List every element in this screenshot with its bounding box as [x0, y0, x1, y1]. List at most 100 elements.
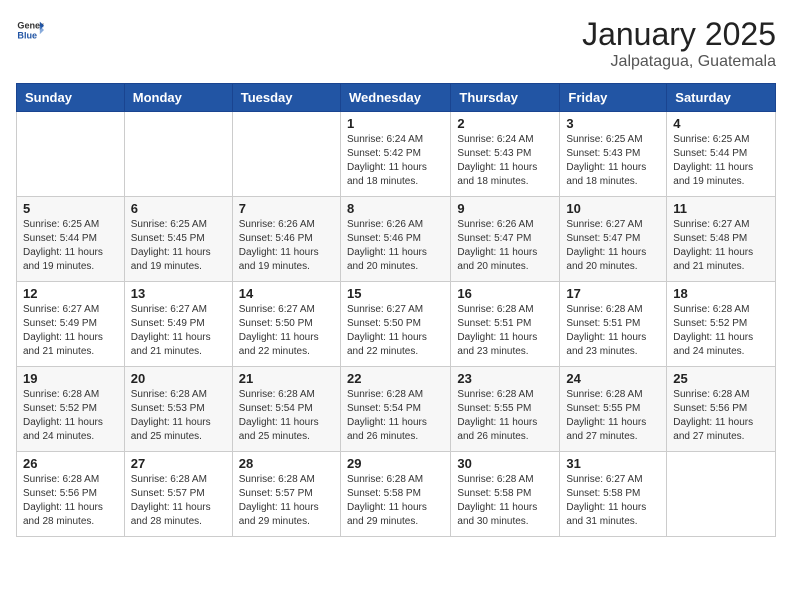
- calendar-cell: 23 Sunrise: 6:28 AM Sunset: 5:55 PM Dayli…: [451, 367, 560, 452]
- day-number: 2: [457, 116, 553, 131]
- day-number: 19: [23, 371, 118, 386]
- calendar-title: January 2025: [582, 16, 776, 53]
- calendar-cell: 26 Sunrise: 6:28 AM Sunset: 5:56 PM Dayli…: [17, 452, 125, 537]
- calendar-week-row: 5 Sunrise: 6:25 AM Sunset: 5:44 PM Daylig…: [17, 197, 776, 282]
- day-number: 29: [347, 456, 444, 471]
- column-header-monday: Monday: [124, 84, 232, 112]
- column-header-friday: Friday: [560, 84, 667, 112]
- day-number: 21: [239, 371, 334, 386]
- day-number: 14: [239, 286, 334, 301]
- calendar-week-row: 19Sunrise: 6:28 AM Sunset: 5:52 PM Dayli…: [17, 367, 776, 452]
- day-number: 11: [673, 201, 769, 216]
- day-number: 7: [239, 201, 334, 216]
- calendar-cell: [124, 112, 232, 197]
- calendar-cell: 8 Sunrise: 6:26 AM Sunset: 5:46 PM Daylig…: [340, 197, 450, 282]
- calendar-cell: 29 Sunrise: 6:28 AM Sunset: 5:58 PM Dayli…: [340, 452, 450, 537]
- calendar-week-row: 1 Sunrise: 6:24 AM Sunset: 5:42 PM Daylig…: [17, 112, 776, 197]
- calendar-cell: 2Sunrise: 6:24 AM Sunset: 5:43 PM Daylig…: [451, 112, 560, 197]
- day-number: 12: [23, 286, 118, 301]
- day-info: Sunrise: 6:26 AM Sunset: 5:46 PM Dayligh…: [347, 218, 444, 274]
- day-info: Sunrise: 6:27 AM Sunset: 5:58 PM Dayligh…: [566, 473, 660, 529]
- day-info: Sunrise: 6:28 AM Sunset: 5:57 PM Dayligh…: [239, 473, 334, 529]
- calendar-cell: 10Sunrise: 6:27 AM Sunset: 5:47 PM Dayli…: [560, 197, 667, 282]
- calendar-cell: 15 Sunrise: 6:27 AM Sunset: 5:50 PM Dayli…: [340, 282, 450, 367]
- calendar-location: Jalpatagua, Guatemala: [582, 53, 776, 71]
- day-info: Sunrise: 6:27 AM Sunset: 5:50 PM Dayligh…: [239, 303, 334, 359]
- day-number: 30: [457, 456, 553, 471]
- calendar-cell: [232, 112, 340, 197]
- day-number: 27: [131, 456, 226, 471]
- day-number: 3: [566, 116, 660, 131]
- day-number: 9: [457, 201, 553, 216]
- column-header-sunday: Sunday: [17, 84, 125, 112]
- day-number: 20: [131, 371, 226, 386]
- day-info: Sunrise: 6:26 AM Sunset: 5:47 PM Dayligh…: [457, 218, 553, 274]
- day-info: Sunrise: 6:28 AM Sunset: 5:56 PM Dayligh…: [23, 473, 118, 529]
- calendar-cell: 7 Sunrise: 6:26 AM Sunset: 5:46 PM Daylig…: [232, 197, 340, 282]
- calendar-cell: 13Sunrise: 6:27 AM Sunset: 5:49 PM Dayli…: [124, 282, 232, 367]
- day-info: Sunrise: 6:27 AM Sunset: 5:50 PM Dayligh…: [347, 303, 444, 359]
- day-info: Sunrise: 6:28 AM Sunset: 5:51 PM Dayligh…: [566, 303, 660, 359]
- day-number: 26: [23, 456, 118, 471]
- calendar-cell: 22 Sunrise: 6:28 AM Sunset: 5:54 PM Dayli…: [340, 367, 450, 452]
- day-number: 17: [566, 286, 660, 301]
- calendar-cell: 6 Sunrise: 6:25 AM Sunset: 5:45 PM Daylig…: [124, 197, 232, 282]
- day-info: Sunrise: 6:27 AM Sunset: 5:48 PM Dayligh…: [673, 218, 769, 274]
- day-number: 15: [347, 286, 444, 301]
- day-info: Sunrise: 6:26 AM Sunset: 5:46 PM Dayligh…: [239, 218, 334, 274]
- day-info: Sunrise: 6:28 AM Sunset: 5:58 PM Dayligh…: [347, 473, 444, 529]
- calendar-cell: 24Sunrise: 6:28 AM Sunset: 5:55 PM Dayli…: [560, 367, 667, 452]
- calendar-cell: 4Sunrise: 6:25 AM Sunset: 5:44 PM Daylig…: [667, 112, 776, 197]
- logo: General Blue: [16, 16, 44, 44]
- day-info: Sunrise: 6:28 AM Sunset: 5:54 PM Dayligh…: [347, 388, 444, 444]
- day-number: 25: [673, 371, 769, 386]
- calendar-table: SundayMondayTuesdayWednesdayThursdayFrid…: [16, 83, 776, 537]
- day-info: Sunrise: 6:24 AM Sunset: 5:42 PM Dayligh…: [347, 133, 444, 189]
- day-info: Sunrise: 6:28 AM Sunset: 5:55 PM Dayligh…: [566, 388, 660, 444]
- day-info: Sunrise: 6:28 AM Sunset: 5:53 PM Dayligh…: [131, 388, 226, 444]
- day-info: Sunrise: 6:28 AM Sunset: 5:58 PM Dayligh…: [457, 473, 553, 529]
- calendar-cell: 14 Sunrise: 6:27 AM Sunset: 5:50 PM Dayli…: [232, 282, 340, 367]
- day-info: Sunrise: 6:27 AM Sunset: 5:49 PM Dayligh…: [23, 303, 118, 359]
- day-info: Sunrise: 6:28 AM Sunset: 5:57 PM Dayligh…: [131, 473, 226, 529]
- day-number: 22: [347, 371, 444, 386]
- calendar-cell: 12 Sunrise: 6:27 AM Sunset: 5:49 PM Dayli…: [17, 282, 125, 367]
- day-info: Sunrise: 6:27 AM Sunset: 5:47 PM Dayligh…: [566, 218, 660, 274]
- calendar-cell: 20 Sunrise: 6:28 AM Sunset: 5:53 PM Dayli…: [124, 367, 232, 452]
- day-number: 13: [131, 286, 226, 301]
- calendar-cell: 27 Sunrise: 6:28 AM Sunset: 5:57 PM Dayli…: [124, 452, 232, 537]
- calendar-cell: 11 Sunrise: 6:27 AM Sunset: 5:48 PM Dayli…: [667, 197, 776, 282]
- day-number: 6: [131, 201, 226, 216]
- day-number: 5: [23, 201, 118, 216]
- calendar-cell: 16Sunrise: 6:28 AM Sunset: 5:51 PM Dayli…: [451, 282, 560, 367]
- calendar-cell: 21Sunrise: 6:28 AM Sunset: 5:54 PM Dayli…: [232, 367, 340, 452]
- calendar-header-row: SundayMondayTuesdayWednesdayThursdayFrid…: [17, 84, 776, 112]
- column-header-saturday: Saturday: [667, 84, 776, 112]
- day-number: 1: [347, 116, 444, 131]
- day-number: 8: [347, 201, 444, 216]
- title-block: January 2025 Jalpatagua, Guatemala: [582, 16, 776, 71]
- day-info: Sunrise: 6:25 AM Sunset: 5:44 PM Dayligh…: [23, 218, 118, 274]
- calendar-cell: 17 Sunrise: 6:28 AM Sunset: 5:51 PM Dayli…: [560, 282, 667, 367]
- day-number: 31: [566, 456, 660, 471]
- day-info: Sunrise: 6:28 AM Sunset: 5:55 PM Dayligh…: [457, 388, 553, 444]
- day-info: Sunrise: 6:25 AM Sunset: 5:43 PM Dayligh…: [566, 133, 660, 189]
- calendar-week-row: 26 Sunrise: 6:28 AM Sunset: 5:56 PM Dayli…: [17, 452, 776, 537]
- svg-text:Blue: Blue: [17, 30, 37, 40]
- calendar-cell: [17, 112, 125, 197]
- calendar-cell: [667, 452, 776, 537]
- calendar-cell: 19Sunrise: 6:28 AM Sunset: 5:52 PM Dayli…: [17, 367, 125, 452]
- column-header-tuesday: Tuesday: [232, 84, 340, 112]
- logo-icon: General Blue: [16, 16, 44, 44]
- day-number: 23: [457, 371, 553, 386]
- day-info: Sunrise: 6:25 AM Sunset: 5:44 PM Dayligh…: [673, 133, 769, 189]
- calendar-cell: 31 Sunrise: 6:27 AM Sunset: 5:58 PM Dayli…: [560, 452, 667, 537]
- day-number: 28: [239, 456, 334, 471]
- day-info: Sunrise: 6:25 AM Sunset: 5:45 PM Dayligh…: [131, 218, 226, 274]
- day-number: 16: [457, 286, 553, 301]
- calendar-cell: 18Sunrise: 6:28 AM Sunset: 5:52 PM Dayli…: [667, 282, 776, 367]
- day-info: Sunrise: 6:28 AM Sunset: 5:56 PM Dayligh…: [673, 388, 769, 444]
- calendar-cell: 30 Sunrise: 6:28 AM Sunset: 5:58 PM Dayli…: [451, 452, 560, 537]
- column-header-thursday: Thursday: [451, 84, 560, 112]
- column-header-wednesday: Wednesday: [340, 84, 450, 112]
